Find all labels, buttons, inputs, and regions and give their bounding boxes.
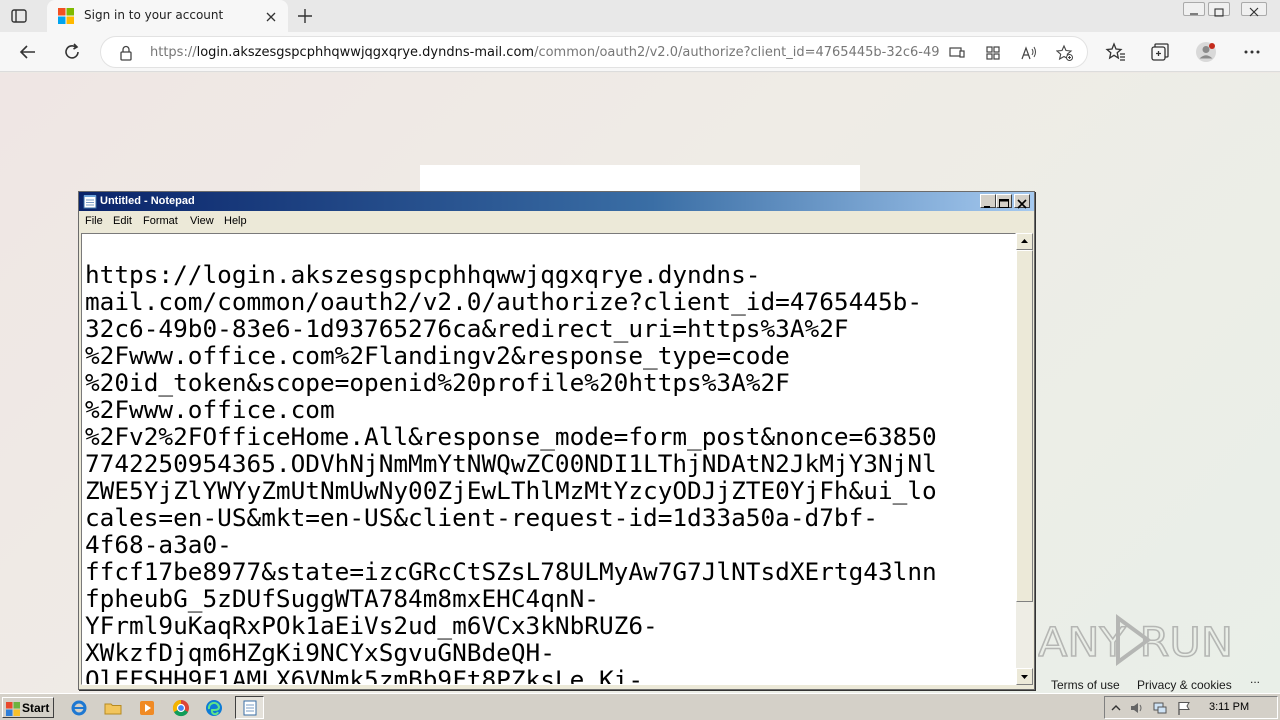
notepad-window[interactable]: Untitled - Notepad File Edit Format View…: [78, 191, 1035, 690]
windows-logo-icon: [6, 701, 20, 716]
minimize-window-button[interactable]: [1183, 2, 1205, 16]
action-center-flag-icon[interactable]: [1176, 700, 1192, 716]
microsoft-logo-icon: [58, 8, 74, 24]
menu-format[interactable]: Format: [143, 215, 178, 227]
watermark-text: ANY RUN: [1038, 620, 1233, 666]
back-icon[interactable]: [17, 41, 39, 63]
file-explorer-icon[interactable]: [104, 699, 122, 717]
edge-icon[interactable]: [205, 699, 223, 717]
notepad-titlebar[interactable]: Untitled - Notepad: [79, 192, 1034, 211]
close-window-button[interactable]: [1241, 2, 1267, 17]
restore-window-button[interactable]: [1208, 2, 1230, 17]
notepad-taskbar-icon: [242, 699, 258, 717]
scroll-down-button[interactable]: [1016, 668, 1033, 685]
text-line: mail.com/common/oauth2/v2.0/authorize?cl…: [85, 287, 923, 316]
tab-actions-icon[interactable]: [10, 7, 28, 25]
notepad-minimize-button[interactable]: [980, 194, 996, 208]
browser-toolbar: https://login.akszesgspcphhqwwjqgxqrye.d…: [0, 32, 1280, 72]
notepad-scrollbar[interactable]: [1016, 233, 1033, 685]
new-tab-icon[interactable]: [296, 7, 314, 25]
url-scheme: https://: [150, 45, 197, 60]
media-player-icon[interactable]: [138, 699, 156, 717]
text-line: 7742250954365.ODVhNjNmMmYtNWQwZC00NDI1LT…: [85, 449, 937, 478]
volume-icon[interactable]: [1129, 700, 1145, 716]
text-line: OlEFSHH9F1AMLX6VNmk5zmBb9Ft8PZksLe_Ki-: [85, 665, 644, 685]
refresh-icon[interactable]: [61, 41, 83, 63]
app-available-icon[interactable]: [948, 44, 966, 62]
text-line: %2Fwww.office.com: [85, 395, 335, 424]
more-footer-link[interactable]: ...: [1250, 672, 1260, 686]
scroll-up-button[interactable]: [1016, 233, 1033, 250]
notepad-icon: [83, 194, 97, 209]
lock-icon[interactable]: [119, 45, 133, 61]
anyrun-watermark: ANY RUN: [1038, 614, 1234, 667]
system-tray: [1104, 696, 1278, 719]
privacy-cookies-link[interactable]: Privacy & cookies: [1137, 678, 1232, 692]
notepad-text-area[interactable]: https://login.akszesgspcphhqwwjqgxqrye.d…: [81, 233, 1016, 685]
browser-tab-active[interactable]: Sign in to your account: [47, 0, 288, 32]
apps-grid-icon[interactable]: [984, 44, 1002, 62]
menu-edit[interactable]: Edit: [113, 215, 132, 227]
terms-of-use-link[interactable]: Terms of use: [1051, 678, 1120, 692]
text-line: XWkzfDjqm6HZgKi9NCYxSgvuGNBdeQH-: [85, 638, 555, 667]
scroll-thumb[interactable]: [1016, 250, 1033, 602]
notepad-taskbar-button[interactable]: [235, 696, 264, 719]
text-line: 32c6-49b0-83e6-1d93765276ca&redirect_uri…: [85, 314, 849, 343]
profile-avatar-icon[interactable]: [1195, 41, 1217, 63]
taskbar-clock[interactable]: 3:11 PM: [1209, 701, 1249, 713]
text-line: 4f68-a3a0-: [85, 530, 232, 559]
menu-help[interactable]: Help: [224, 215, 247, 227]
tab-title: Sign in to your account: [84, 8, 224, 22]
notepad-title: Untitled - Notepad: [100, 195, 195, 207]
start-label: Start: [22, 701, 50, 715]
url-text[interactable]: https://login.akszesgspcphhqwwjqgxqrye.d…: [150, 45, 940, 60]
chrome-icon[interactable]: [172, 699, 190, 717]
browser-tabstrip: Sign in to your account: [0, 0, 1280, 32]
collections-icon[interactable]: [1149, 41, 1171, 63]
internet-explorer-icon[interactable]: [70, 699, 88, 717]
notepad-close-button[interactable]: [1014, 194, 1030, 209]
favorites-icon[interactable]: [1105, 41, 1127, 63]
menu-view[interactable]: View: [190, 215, 214, 227]
text-line: cales=en-US&mkt=en-US&client-request-id=…: [85, 503, 878, 532]
read-aloud-icon[interactable]: [1020, 44, 1038, 62]
text-line: https://login.akszesgspcphhqwwjqgxqrye.d…: [85, 260, 761, 289]
start-button[interactable]: Start: [2, 697, 54, 718]
notepad-menubar: File Edit Format View Help: [79, 211, 1034, 231]
address-bar[interactable]: https://login.akszesgspcphhqwwjqgxqrye.d…: [100, 36, 1088, 68]
url-path: /common/oauth2/v2.0/authorize?client_id=…: [534, 45, 940, 60]
text-line: %2Fv2%2FOfficeHome.All&response_mode=for…: [85, 422, 937, 451]
add-favorite-icon[interactable]: [1055, 44, 1074, 62]
notepad-text: https://login.akszesgspcphhqwwjqgxqrye.d…: [85, 234, 1015, 685]
notepad-maximize-button[interactable]: [996, 194, 1012, 208]
menu-file[interactable]: File: [85, 215, 103, 227]
url-host: login.akszesgspcphhqwwjqgxqrye.dyndns-ma…: [196, 45, 535, 60]
text-line: YFrml9uKaqRxPOk1aEiVs2ud_m6VCx3kNbRUZ6-: [85, 611, 658, 640]
text-line: %2Fwww.office.com%2Flandingv2&response_t…: [85, 341, 790, 370]
close-tab-icon[interactable]: [264, 9, 278, 23]
tray-expand-icon[interactable]: [1108, 700, 1124, 716]
text-line: fpheubG_5zDUfSuggWTA784m8mxEHC4qnN-: [85, 584, 599, 613]
more-options-icon[interactable]: [1241, 41, 1263, 63]
network-icon[interactable]: [1152, 700, 1168, 716]
text-line: ffcf17be8977&state=izcGRcCtSZsL78ULMyAw7…: [85, 557, 937, 586]
text-line: %20id_token&scope=openid%20profile%20htt…: [85, 368, 790, 397]
taskbar: Start 3:11 PM: [0, 693, 1280, 720]
text-line: ZWE5YjZlYWYyZmUtNmUwNy00ZjEwLThlMzMtYzcy…: [85, 476, 937, 505]
